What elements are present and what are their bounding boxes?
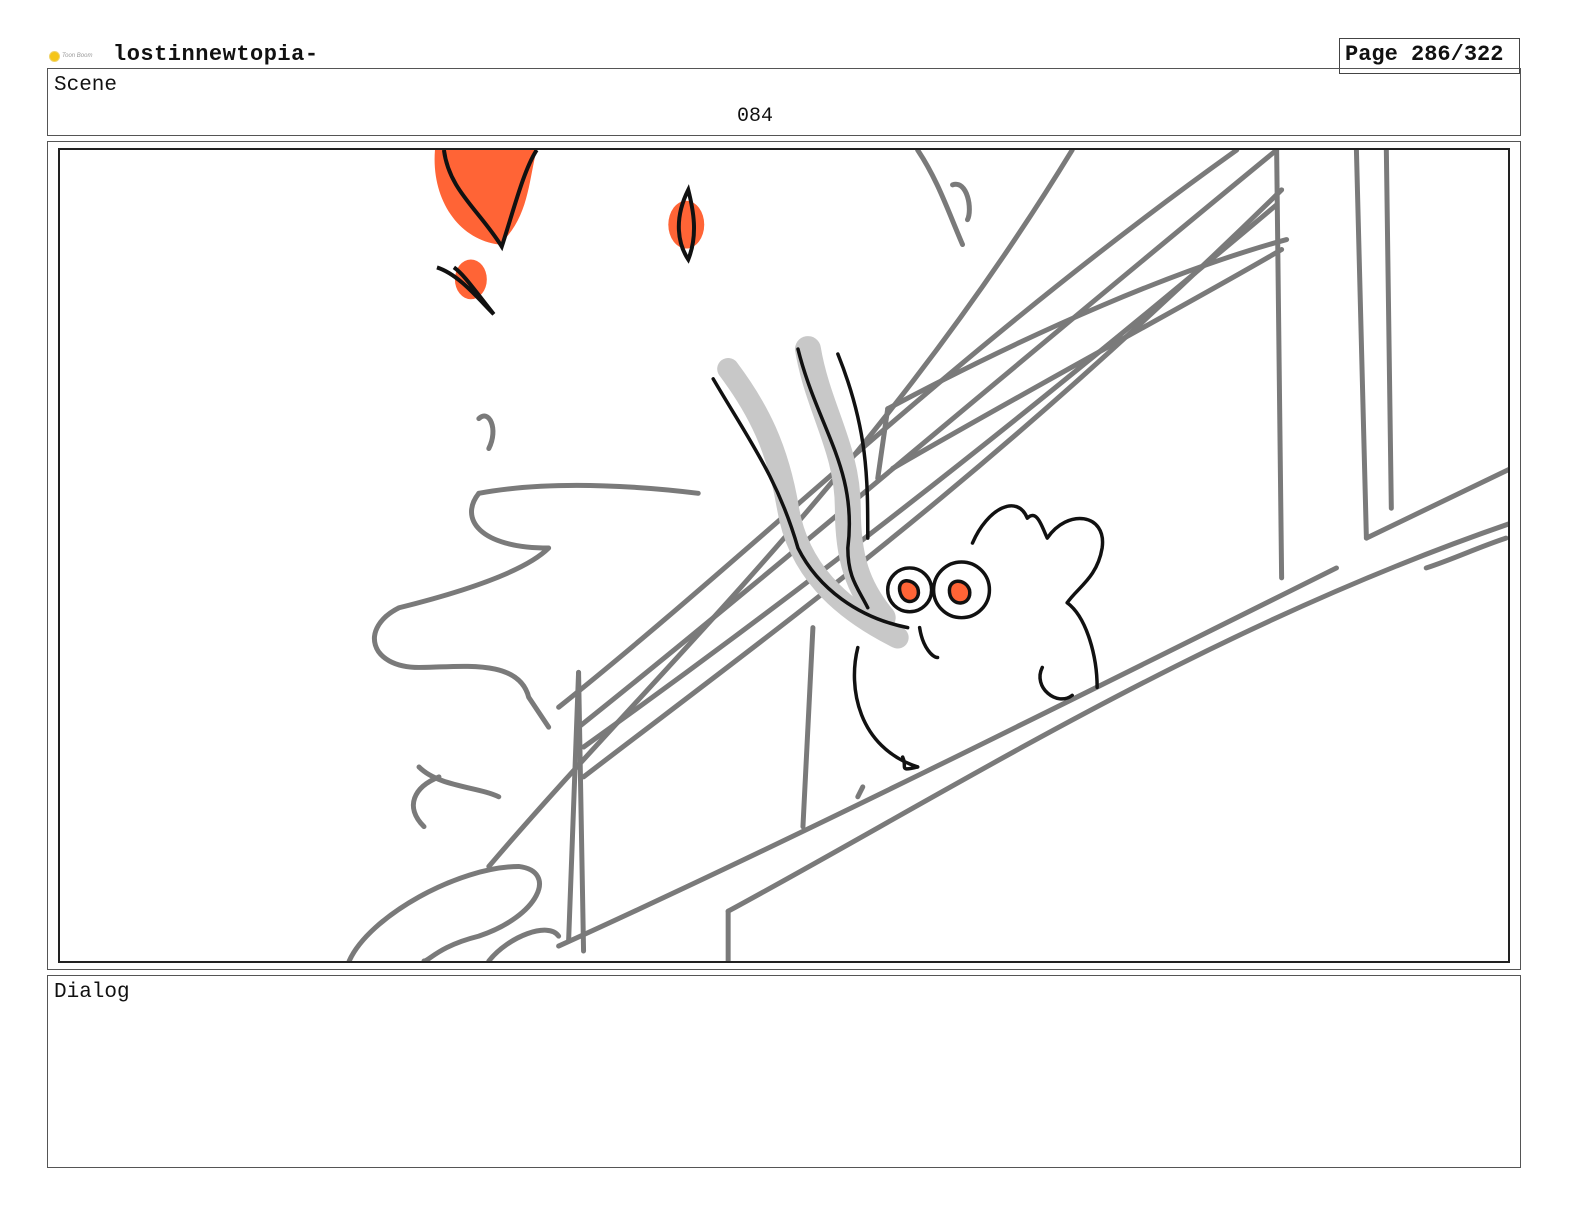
project-title: lostinnewtopia- — [113, 42, 319, 67]
toon-boom-logo: Toon Boom — [50, 50, 100, 62]
falling-leaves — [434, 150, 705, 316]
scene-label: Scene — [54, 74, 118, 97]
panel-sketch — [346, 150, 1508, 961]
logo-text: Toon Boom — [62, 53, 93, 59]
dialog-label: Dialog — [54, 981, 130, 1004]
scene-number: 084 — [737, 105, 774, 128]
sun-icon — [50, 51, 59, 61]
storyboard-panel[interactable] — [58, 148, 1510, 963]
scene-section — [47, 68, 1521, 136]
building-sketch — [346, 150, 1508, 961]
page-indicator: Page 286/322 — [1345, 42, 1504, 67]
dialog-section — [47, 975, 1521, 1168]
